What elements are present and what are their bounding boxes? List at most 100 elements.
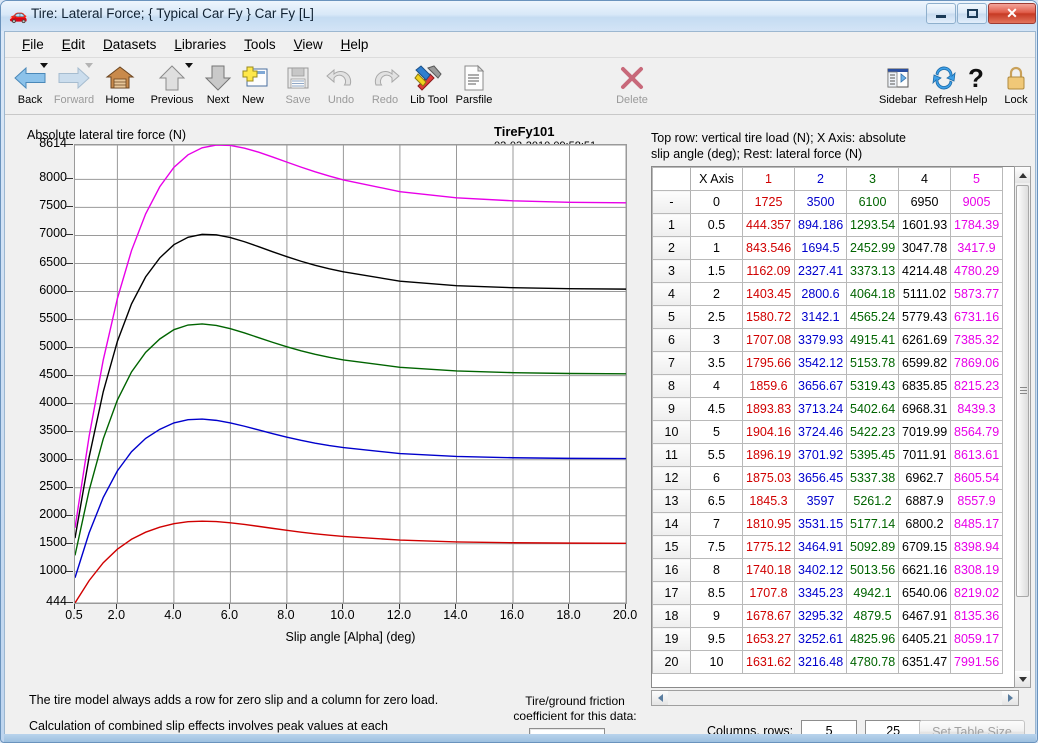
table-cell[interactable]: 1896.19	[743, 444, 795, 467]
table-row[interactable]: 94.51893.833713.245402.646968.318439.3	[653, 398, 1003, 421]
table-row[interactable]: 52.51580.723142.14565.245779.436731.16	[653, 306, 1003, 329]
table-cell[interactable]: 3345.23	[795, 582, 847, 605]
table-row-header-cell[interactable]: 13	[653, 490, 691, 513]
table-cell[interactable]: 8059.17	[951, 628, 1003, 651]
table-cell[interactable]: 2452.99	[847, 237, 899, 260]
scroll-up-arrow-icon[interactable]	[1015, 167, 1030, 183]
table-cell[interactable]: 3713.24	[795, 398, 847, 421]
table-row[interactable]: 178.51707.83345.234942.16540.068219.02	[653, 582, 1003, 605]
table-row-header-cell[interactable]: 4	[653, 283, 691, 306]
scroll-left-arrow-icon[interactable]	[652, 691, 668, 705]
table-row-header-cell[interactable]: 14	[653, 513, 691, 536]
table-cell[interactable]: 6405.21	[899, 628, 951, 651]
table-cell[interactable]: 4.5	[691, 398, 743, 421]
table-cell[interactable]: 5111.02	[899, 283, 951, 306]
menu-view[interactable]: View	[285, 34, 332, 55]
table-row[interactable]: 20101631.623216.484780.786351.477991.56	[653, 651, 1003, 674]
table-cell[interactable]: 5092.89	[847, 536, 899, 559]
table-row-header-cell[interactable]: 3	[653, 260, 691, 283]
toolbar-button-lib-tool[interactable]: Lib Tool	[404, 61, 454, 113]
table-vertical-scrollbar[interactable]	[1014, 166, 1031, 688]
table-cell[interactable]: 6	[691, 467, 743, 490]
table-cell[interactable]: 6.5	[691, 490, 743, 513]
table-cell[interactable]: 4780.78	[847, 651, 899, 674]
table-cell[interactable]: 2	[795, 168, 847, 191]
table-row-header-cell[interactable]: 15	[653, 536, 691, 559]
table-cell[interactable]: 4942.1	[847, 582, 899, 605]
table-cell[interactable]: 1810.95	[743, 513, 795, 536]
table-cell[interactable]: 1740.18	[743, 559, 795, 582]
table-cell[interactable]: 6351.47	[899, 651, 951, 674]
data-table-container[interactable]: X Axis12345-01725350061006950900510.5444…	[651, 166, 1019, 688]
table-row-header-cell[interactable]: 2	[653, 237, 691, 260]
table-cell[interactable]: 4915.41	[847, 329, 899, 352]
table-cell[interactable]: 3142.1	[795, 306, 847, 329]
table-cell[interactable]: 9	[691, 605, 743, 628]
toolbar-button-home[interactable]: Home	[97, 61, 143, 113]
table-cell[interactable]: 3500	[795, 191, 847, 214]
table-cell[interactable]: 1601.93	[899, 214, 951, 237]
table-horizontal-scrollbar[interactable]	[651, 690, 1019, 706]
table-cell[interactable]: 8.5	[691, 582, 743, 605]
close-button[interactable]: ✕	[988, 3, 1036, 24]
table-cell[interactable]: 9.5	[691, 628, 743, 651]
table-row[interactable]: 73.51795.663542.125153.786599.827869.06	[653, 352, 1003, 375]
table-cell[interactable]: 4	[899, 168, 951, 191]
table-row[interactable]: 21843.5461694.52452.993047.783417.9	[653, 237, 1003, 260]
toolbar-button-help[interactable]: ? Help	[962, 61, 990, 113]
forward-dropdown-caret-icon[interactable]	[85, 63, 93, 68]
table-cell[interactable]: 5319.43	[847, 375, 899, 398]
table-cell[interactable]: 3724.46	[795, 421, 847, 444]
table-cell[interactable]: 1678.67	[743, 605, 795, 628]
table-cell[interactable]: 894.186	[795, 214, 847, 237]
table-cell[interactable]: 3464.91	[795, 536, 847, 559]
table-cell[interactable]: 9005	[951, 191, 1003, 214]
menu-file[interactable]: File	[13, 34, 53, 55]
table-row-header-cell[interactable]: 20	[653, 651, 691, 674]
table-row[interactable]: 1261875.033656.455337.386962.78605.54	[653, 467, 1003, 490]
table-cell[interactable]: 5153.78	[847, 352, 899, 375]
table-cell[interactable]: 3373.13	[847, 260, 899, 283]
toolbar-button-parsfile[interactable]: Parsfile	[451, 61, 497, 113]
table-cell[interactable]: 4825.96	[847, 628, 899, 651]
table-cell[interactable]: 3047.78	[899, 237, 951, 260]
table-cell[interactable]: 6599.82	[899, 352, 951, 375]
table-cell[interactable]: 1694.5	[795, 237, 847, 260]
table-cell[interactable]: 3295.32	[795, 605, 847, 628]
table-cell[interactable]: 5395.45	[847, 444, 899, 467]
table-cell[interactable]: 6709.15	[899, 536, 951, 559]
table-cell[interactable]: 6950	[899, 191, 951, 214]
table-row-header-cell[interactable]: 9	[653, 398, 691, 421]
table-cell[interactable]: 4064.18	[847, 283, 899, 306]
toolbar-button-forward[interactable]: Forward	[51, 61, 97, 113]
table-cell[interactable]: 1707.8	[743, 582, 795, 605]
table-cell[interactable]: 3216.48	[795, 651, 847, 674]
table-row-header-cell[interactable]: -	[653, 191, 691, 214]
table-cell[interactable]: 1707.08	[743, 329, 795, 352]
table-cell[interactable]: 8135.36	[951, 605, 1003, 628]
table-cell[interactable]: 3	[847, 168, 899, 191]
table-row[interactable]: 1891678.673295.324879.56467.918135.36	[653, 605, 1003, 628]
table-cell[interactable]: 8219.02	[951, 582, 1003, 605]
table-cell[interactable]: 1	[743, 168, 795, 191]
table-cell[interactable]: 1725	[743, 191, 795, 214]
table-row-header-cell[interactable]: 18	[653, 605, 691, 628]
table-cell[interactable]: 10	[691, 651, 743, 674]
table-cell[interactable]: 2	[691, 283, 743, 306]
minimize-button[interactable]	[926, 3, 956, 24]
table-cell[interactable]: 6100	[847, 191, 899, 214]
chart-plot-area[interactable]	[74, 144, 627, 604]
table-row[interactable]: 157.51775.123464.915092.896709.158398.94	[653, 536, 1003, 559]
table-cell[interactable]: 3656.45	[795, 467, 847, 490]
table-cell[interactable]: 1653.27	[743, 628, 795, 651]
table-cell[interactable]: 4214.48	[899, 260, 951, 283]
table-cell[interactable]: 7.5	[691, 536, 743, 559]
table-cell[interactable]: 1845.3	[743, 490, 795, 513]
table-cell[interactable]: 444.357	[743, 214, 795, 237]
table-cell[interactable]: 2800.6	[795, 283, 847, 306]
previous-dropdown-caret-icon[interactable]	[185, 63, 193, 68]
table-row[interactable]: 115.51896.193701.925395.457011.918613.61	[653, 444, 1003, 467]
toolbar-button-previous[interactable]: Previous	[141, 61, 203, 113]
table-row-header-cell[interactable]: 11	[653, 444, 691, 467]
table-cell[interactable]: 5	[691, 421, 743, 444]
